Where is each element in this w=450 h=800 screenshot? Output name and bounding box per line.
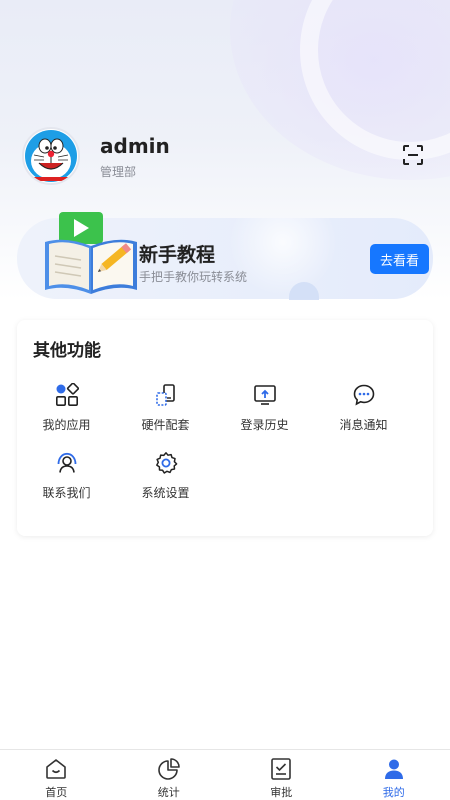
go-see-button[interactable]: 去看看 (370, 244, 429, 274)
chart-icon (157, 758, 180, 780)
message-icon (353, 384, 374, 406)
tab-label: 统计 (157, 786, 180, 799)
function-label: 联系我们 (42, 486, 91, 500)
home-icon (46, 759, 67, 779)
user-info: admin 管理部 (100, 133, 170, 180)
tutorial-book-icon (45, 212, 137, 294)
tab-approval[interactable]: 审批 (225, 750, 338, 800)
function-my-apps[interactable]: 我的应用 (17, 382, 116, 436)
settings-icon (155, 452, 177, 474)
doraemon-avatar-icon (25, 130, 77, 182)
function-settings[interactable]: 系统设置 (116, 450, 215, 504)
function-label: 消息通知 (339, 418, 388, 432)
function-login-history[interactable]: 登录历史 (215, 382, 314, 436)
bottom-tab-bar: 首页 统计 审批 我的 (0, 749, 450, 800)
user-department: 管理部 (100, 164, 137, 179)
profile-section: admin 管理部 (22, 126, 432, 186)
hardware-icon (155, 384, 175, 406)
function-hardware[interactable]: 硬件配套 (116, 382, 215, 436)
tab-mine[interactable]: 我的 (338, 750, 450, 800)
card-title: 其他功能 (33, 341, 101, 361)
function-message[interactable]: 消息通知 (314, 382, 413, 436)
function-label: 硬件配套 (141, 418, 190, 432)
banner-subtitle: 手把手教你玩转系统 (139, 270, 248, 284)
approval-icon (271, 758, 292, 780)
login-history-icon (253, 385, 276, 405)
other-functions-card: 其他功能 我的应用 硬件配套 登录历史 消息通知 联系我们 系统设置 (17, 320, 433, 536)
function-label: 系统设置 (141, 486, 190, 500)
scan-button[interactable] (400, 142, 426, 168)
function-grid: 我的应用 硬件配套 登录历史 消息通知 联系我们 系统设置 (17, 382, 433, 504)
scan-icon (403, 145, 423, 165)
tab-label: 我的 (382, 786, 405, 799)
banner-decoration (223, 218, 343, 299)
user-icon (384, 759, 403, 779)
contact-icon (57, 452, 76, 473)
tab-label: 首页 (45, 786, 68, 799)
function-contact-us[interactable]: 联系我们 (17, 450, 116, 504)
function-label: 我的应用 (42, 418, 91, 432)
apps-icon (55, 383, 79, 406)
tutorial-banner[interactable]: 新手教程 手把手教你玩转系统 去看看 (17, 212, 433, 300)
tab-home[interactable]: 首页 (0, 750, 113, 800)
banner-title: 新手教程 (139, 244, 216, 266)
avatar[interactable] (22, 127, 80, 185)
tab-statistics[interactable]: 统计 (113, 750, 226, 800)
function-label: 登录历史 (240, 418, 289, 432)
user-name: admin (100, 133, 170, 158)
tab-label: 审批 (270, 786, 293, 799)
